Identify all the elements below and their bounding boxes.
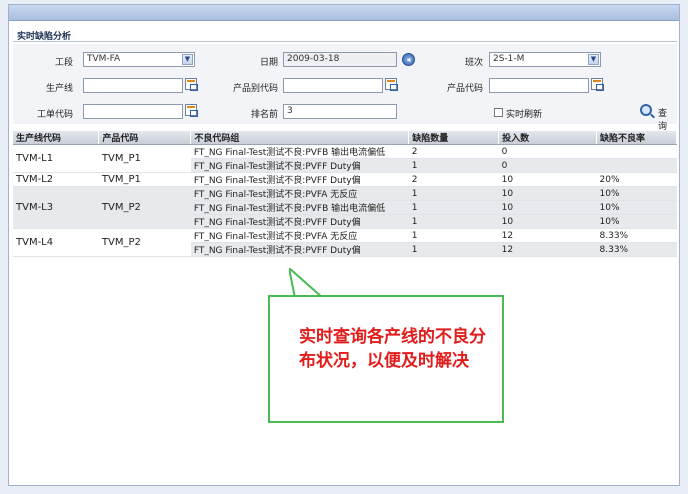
table-row[interactable]: TVM-L1 TVM_P1 FT_NG Final-Test测试不良:PVFB … <box>13 144 677 173</box>
line-label: 生产线 <box>45 84 73 94</box>
line-cell: TVM-L4 <box>13 228 99 257</box>
product-class-label: 产品别代码 <box>232 84 278 94</box>
defect-cell: FT_NG Final-Test测试不良:PVFA 无反应 <box>190 228 409 243</box>
line-cell: TVM-L2 <box>13 172 99 187</box>
defect-cell: FT_NG Final-Test测试不良:PVFF Duty偏 <box>190 214 409 229</box>
rate-cell: 8.33% <box>596 228 677 243</box>
rate-cell <box>596 144 677 159</box>
rank-input[interactable]: 3 <box>283 104 397 119</box>
table-row[interactable]: TVM-L3 TVM_P2 FT_NG Final-Test测试不良:PVFA … <box>13 186 677 229</box>
input-cell: 10 <box>498 214 597 229</box>
callout-pointer <box>289 268 325 298</box>
input-cell: 10 <box>498 186 597 201</box>
rate-cell: 8.33% <box>596 242 677 257</box>
input-cell: 12 <box>498 228 597 243</box>
work-order-input[interactable] <box>83 104 183 119</box>
shift-select[interactable]: 2S-1-M ▼ <box>489 52 601 67</box>
column-header[interactable]: 缺陷数量 <box>408 131 500 145</box>
rate-cell: 20% <box>596 172 677 187</box>
column-header[interactable]: 投入数 <box>498 131 598 145</box>
defect-cell: FT_NG Final-Test测试不良:PVFA 无反应 <box>190 186 409 201</box>
product-cell: TVM_P2 <box>98 228 191 257</box>
realtime-refresh-checkbox[interactable] <box>494 108 503 117</box>
search-icon[interactable] <box>640 104 652 116</box>
column-header[interactable]: 生产线代码 <box>13 131 100 145</box>
column-header[interactable]: 产品代码 <box>98 131 192 145</box>
annotation-callout: 实时查询各产线的不良分布状况，以便及时解决 <box>268 295 504 423</box>
callout-text: 实时查询各产线的不良分布状况，以便及时解决 <box>299 327 486 371</box>
product-class-input[interactable] <box>283 78 383 93</box>
query-button[interactable]: 查 询 <box>658 106 677 132</box>
app-window: 实时缺陷分析 工段 TVM-FA ▼ 日期 2009-03-18 ◂ 班次 2S… <box>8 4 680 486</box>
qty-cell: 1 <box>408 228 499 243</box>
process-select[interactable]: TVM-FA ▼ <box>83 52 195 67</box>
column-header[interactable]: 不良代码组 <box>190 131 410 145</box>
defect-cell: FT_NG Final-Test测试不良:PVFF Duty偏 <box>190 242 409 257</box>
qty-cell: 1 <box>408 242 499 257</box>
product-code-input[interactable] <box>489 78 589 93</box>
title-divider <box>13 41 677 42</box>
line-cell: TVM-L3 <box>13 186 99 229</box>
calendar-icon[interactable]: ◂ <box>402 53 415 66</box>
input-cell: 10 <box>498 200 597 215</box>
rate-cell: 10% <box>596 214 677 229</box>
qty-cell: 1 <box>408 186 499 201</box>
input-cell: 0 <box>498 158 597 173</box>
defect-cell: FT_NG Final-Test测试不良:PVFB 输出电流偏低 <box>190 200 409 215</box>
input-cell: 10 <box>498 172 597 187</box>
lookup-icon[interactable] <box>591 78 604 91</box>
rate-cell: 10% <box>596 200 677 215</box>
date-field[interactable]: 2009-03-18 <box>283 52 397 67</box>
process-select-value: TVM-FA <box>87 54 121 64</box>
qty-cell: 2 <box>408 144 499 159</box>
realtime-refresh-label: 实时刷新 <box>506 110 543 120</box>
defect-cell: FT_NG Final-Test测试不良:PVFF Duty偏 <box>190 172 409 187</box>
qty-cell: 2 <box>408 172 499 187</box>
column-header[interactable]: 缺陷不良率 <box>596 131 677 145</box>
defect-cell: FT_NG Final-Test测试不良:PVFB 输出电流偏低 <box>190 144 409 159</box>
defect-table: 生产线代码 产品代码 不良代码组 缺陷数量 投入数 缺陷不良率 TVM-L1 T… <box>13 131 677 257</box>
work-order-label: 工单代码 <box>36 110 73 120</box>
input-cell: 0 <box>498 144 597 159</box>
qty-cell: 1 <box>408 200 499 215</box>
table-row[interactable]: TVM-L2 TVM_P1 FT_NG Final-Test测试不良:PVFF … <box>13 172 677 187</box>
shift-label: 班次 <box>464 58 483 68</box>
lookup-icon[interactable] <box>185 78 198 91</box>
product-cell: TVM_P1 <box>98 144 191 173</box>
process-label: 工段 <box>54 58 73 68</box>
product-code-label: 产品代码 <box>446 84 483 94</box>
shift-select-value: 2S-1-M <box>493 54 525 64</box>
date-label: 日期 <box>259 58 278 68</box>
line-input[interactable] <box>83 78 183 93</box>
input-cell: 12 <box>498 242 597 257</box>
chevron-down-icon[interactable]: ▼ <box>182 54 193 65</box>
query-form: 工段 TVM-FA ▼ 日期 2009-03-18 ◂ 班次 2S-1-M ▼ … <box>13 44 677 132</box>
product-cell: TVM_P1 <box>98 172 191 187</box>
lookup-icon[interactable] <box>385 78 398 91</box>
line-cell: TVM-L1 <box>13 144 99 173</box>
product-cell: TVM_P2 <box>98 186 191 229</box>
chevron-down-icon[interactable]: ▼ <box>588 54 599 65</box>
rate-cell <box>596 158 677 173</box>
table-row[interactable]: TVM-L4 TVM_P2 FT_NG Final-Test测试不良:PVFA … <box>13 228 677 257</box>
rank-label: 排名前 <box>250 110 278 120</box>
defect-cell: FT_NG Final-Test测试不良:PVFF Duty偏 <box>190 158 409 173</box>
qty-cell: 1 <box>408 214 499 229</box>
title-bar <box>9 5 679 21</box>
table-header-row: 生产线代码 产品代码 不良代码组 缺陷数量 投入数 缺陷不良率 <box>13 131 677 145</box>
lookup-icon[interactable] <box>185 104 198 117</box>
rate-cell: 10% <box>596 186 677 201</box>
qty-cell: 1 <box>408 158 499 173</box>
